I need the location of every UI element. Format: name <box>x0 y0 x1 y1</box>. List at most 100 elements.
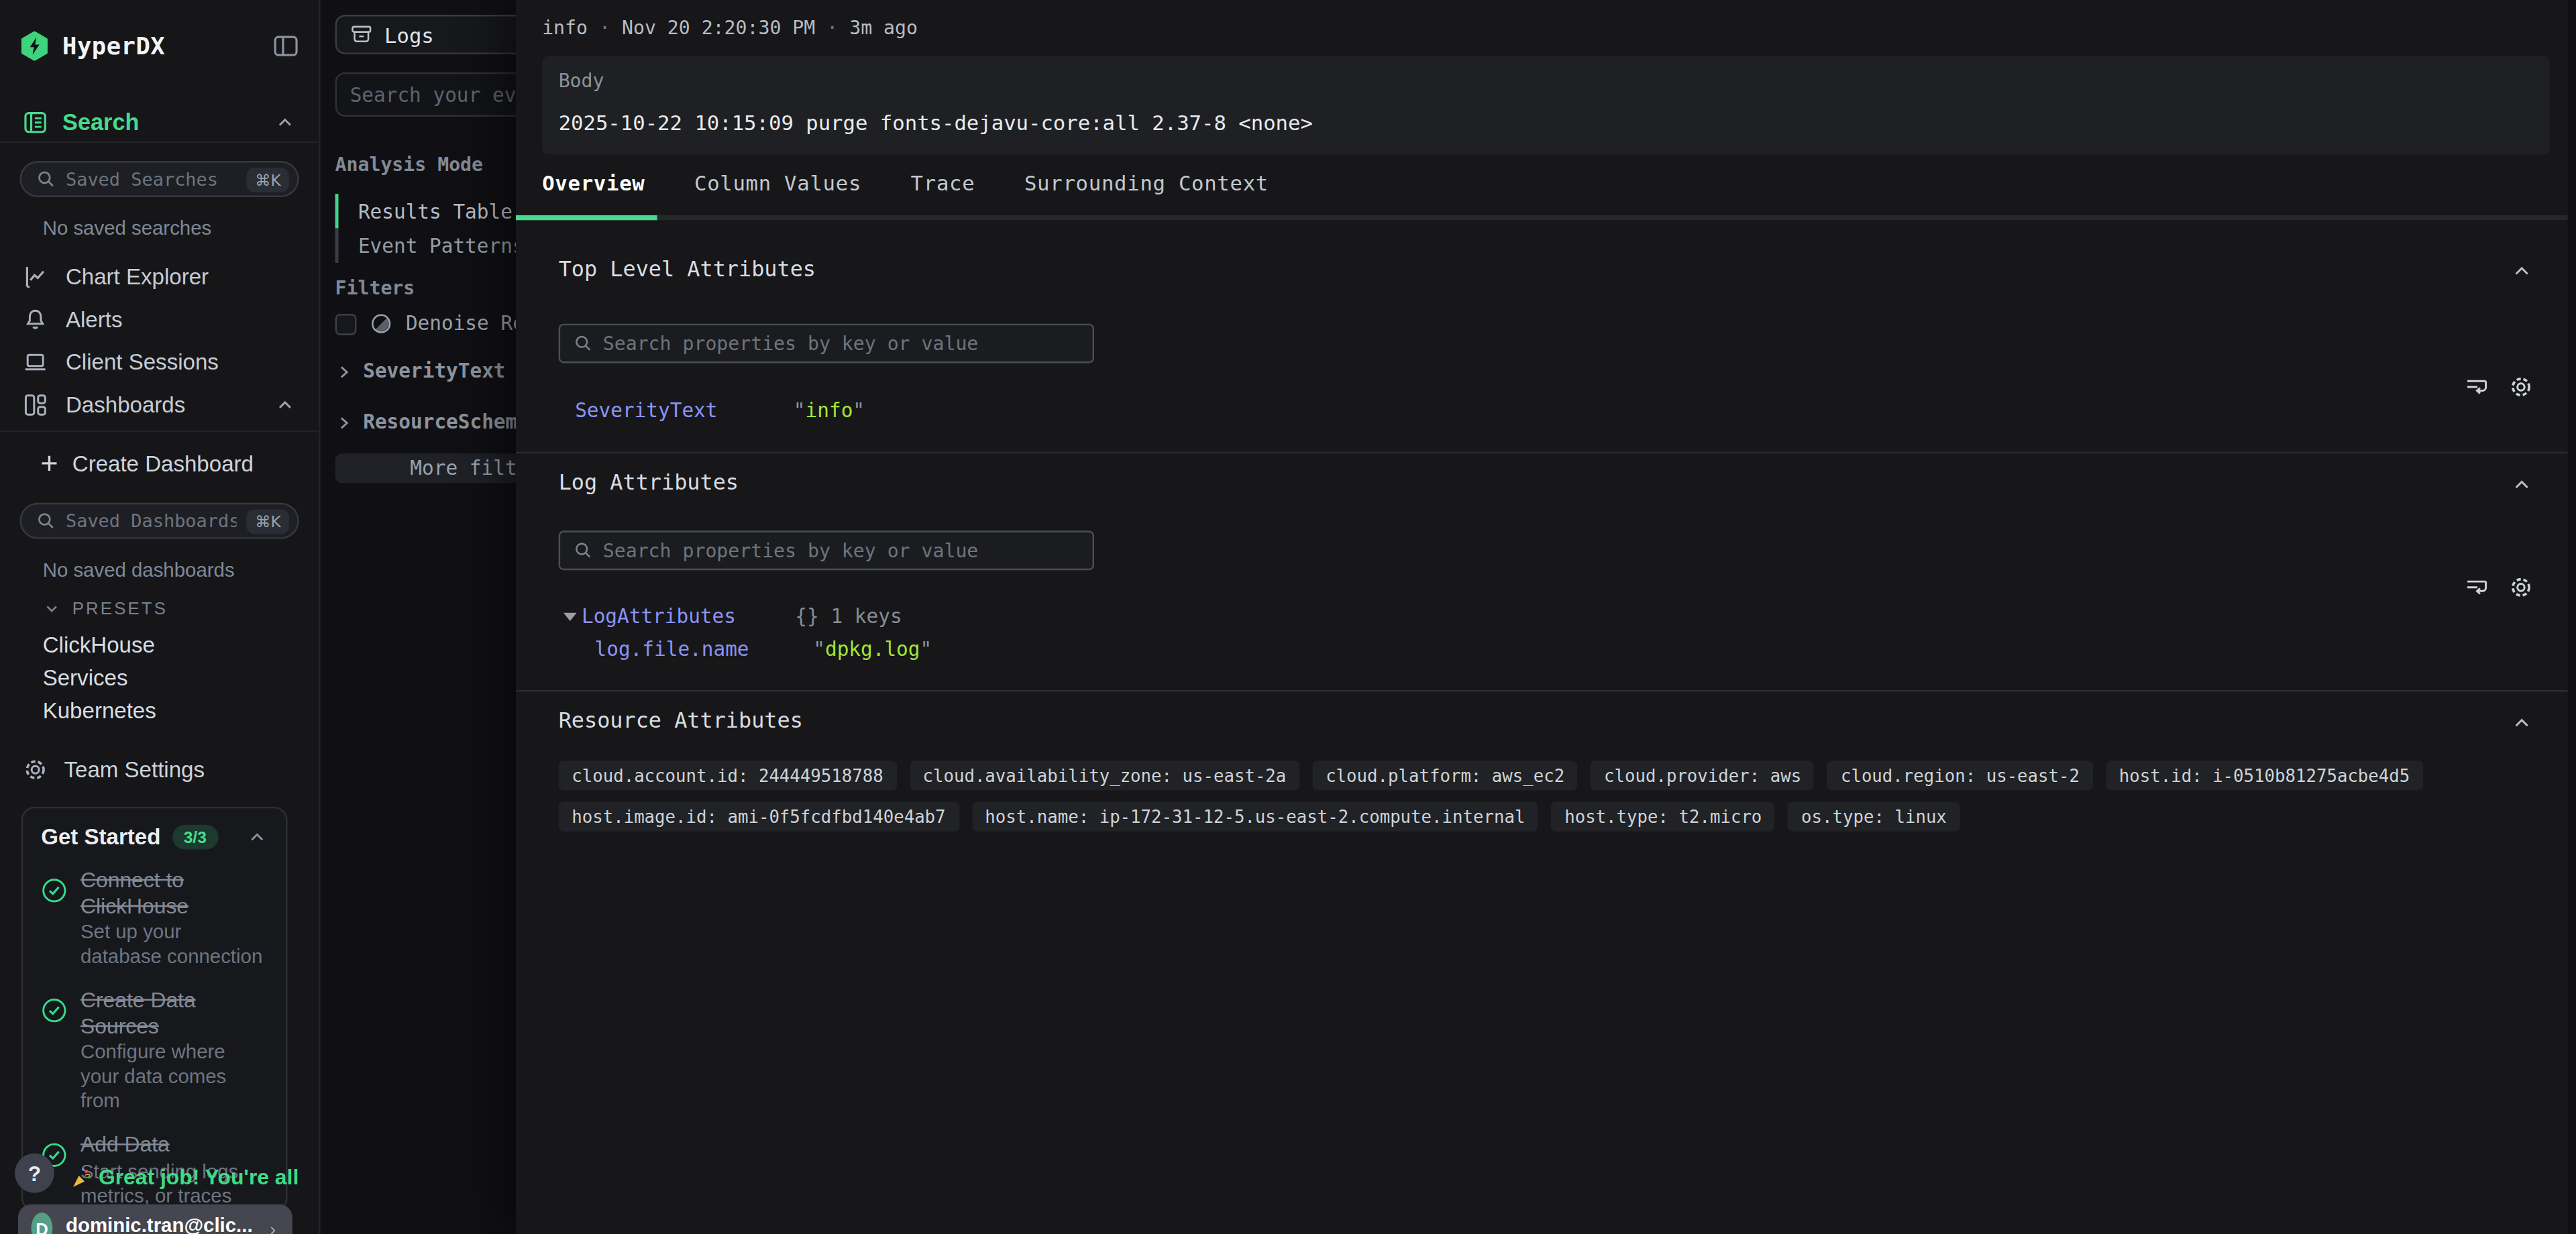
get-started-item-desc: Configure where your data comes from <box>80 1040 268 1114</box>
client-sessions-label: Client Sessions <box>66 349 296 374</box>
user-menu[interactable]: D dominic.tran@clic... dominic.tran@clic… <box>18 1204 292 1234</box>
chart-icon <box>23 264 48 288</box>
search-icon <box>574 333 593 353</box>
detail-tabs: Overview Column Values Trace Surrounding… <box>542 171 2550 215</box>
property-search-field[interactable] <box>603 539 1079 562</box>
section-title: Log Attributes <box>559 470 2534 495</box>
chevron-up-icon[interactable] <box>274 394 296 415</box>
check-circle-icon <box>41 997 67 1023</box>
attribute-tree-root[interactable]: LogAttributes {} 1 keys <box>559 605 2534 628</box>
plus-icon <box>40 453 59 473</box>
gear-icon[interactable] <box>2509 375 2534 400</box>
saved-searches-field[interactable] <box>66 168 237 190</box>
alerts-label: Alerts <box>66 306 296 331</box>
presets-label: PRESETS <box>72 598 168 618</box>
body-card: Body 2025-10-22 10:15:09 purge fonts-dej… <box>542 56 2550 154</box>
property-search-box[interactable] <box>559 324 1094 363</box>
saved-dashboards-field[interactable] <box>66 510 237 532</box>
section-title: Top Level Attributes <box>559 256 2534 281</box>
resource-chip[interactable]: cloud.region: us-east-2 <box>1827 761 2092 790</box>
avatar: D <box>32 1213 53 1234</box>
property-search-field[interactable] <box>603 332 1079 355</box>
chevron-up-icon[interactable] <box>274 111 296 132</box>
presets-toggle[interactable]: PRESETS <box>0 581 319 618</box>
hyperdx-logo-icon <box>19 32 49 61</box>
chart-explorer-label: Chart Explorer <box>66 264 296 288</box>
mode-label: Event Patterns <box>358 234 525 257</box>
preset-kubernetes[interactable]: Kubernetes <box>0 695 319 728</box>
divider <box>0 142 319 143</box>
sidebar-item-alerts[interactable]: Alerts <box>0 297 319 340</box>
sidebar-item-team-settings[interactable]: Team Settings <box>0 748 319 791</box>
section-top-level-attributes: Top Level Attributes <box>516 220 2576 453</box>
event-timestamp: Nov 20 2:20:30 PM <box>622 16 815 39</box>
chevron-up-icon[interactable] <box>246 826 268 848</box>
brand-title: HyperDX <box>62 33 260 59</box>
sidebar-item-client-sessions[interactable]: Client Sessions <box>0 340 319 383</box>
shortcut-badge: ⌘K <box>247 508 289 533</box>
preset-clickhouse[interactable]: ClickHouse <box>0 629 319 662</box>
attribute-row[interactable]: SeverityText "info" <box>559 399 2534 422</box>
wrap-lines-icon[interactable] <box>2464 575 2489 600</box>
gear-icon[interactable] <box>2509 575 2534 600</box>
logo-row: HyperDX <box>0 0 319 66</box>
resource-chip[interactable]: cloud.platform: aws_ec2 <box>1313 761 1578 790</box>
scrollbar-gutter[interactable] <box>2568 0 2576 1234</box>
preset-services[interactable]: Services <box>0 662 319 695</box>
get-started-item[interactable]: Create Data Sources Configure where your… <box>41 987 268 1114</box>
resource-chip[interactable]: host.name: ip-172-31-12-5.us-east-2.comp… <box>972 802 1538 832</box>
no-saved-dashboards-text: No saved dashboards <box>0 539 319 582</box>
gear-icon <box>23 756 48 781</box>
resource-chip[interactable]: host.type: t2.micro <box>1552 802 1775 832</box>
tab-trace[interactable]: Trace <box>911 171 975 215</box>
saved-searches-input[interactable]: ⌘K <box>19 161 299 197</box>
sidebar: HyperDX Search <box>0 0 321 1234</box>
divider <box>0 431 319 432</box>
attribute-meta: {} 1 keys <box>795 605 902 628</box>
denoise-icon <box>370 312 392 335</box>
presets-list: ClickHouse Services Kubernetes <box>0 629 319 728</box>
search-icon <box>36 169 56 188</box>
section-resource-attributes: Resource Attributes cloud.account.id: 24… <box>516 691 2576 860</box>
section-title: Resource Attributes <box>559 708 2534 733</box>
app: HyperDX Search <box>0 0 2576 1234</box>
tab-overview[interactable]: Overview <box>542 171 645 215</box>
resource-chip[interactable]: cloud.provider: aws <box>1591 761 1814 790</box>
active-tab-indicator <box>516 215 657 220</box>
saved-dashboards-input[interactable]: ⌘K <box>19 503 299 539</box>
dashboards-icon <box>23 392 48 416</box>
collapse-section-icon[interactable] <box>2510 260 2533 282</box>
attribute-row[interactable]: log.file.name "dpkg.log" <box>559 638 2534 661</box>
sidebar-search-label: Search <box>62 109 260 135</box>
get-started-card: Get Started 3/3 Connect to ClickHouse Se… <box>21 807 288 1211</box>
check-circle-icon <box>41 877 67 903</box>
no-saved-searches-text: No saved searches <box>0 197 319 240</box>
sidebar-item-dashboards[interactable]: Dashboards <box>0 383 319 426</box>
chevron-right-icon <box>266 1221 279 1234</box>
tab-column-values[interactable]: Column Values <box>694 171 861 215</box>
sidebar-item-chart-explorer[interactable]: Chart Explorer <box>0 255 319 298</box>
body-label: Body <box>559 69 2534 92</box>
resource-chip[interactable]: host.id: i-0510b81275acbe4d5 <box>2106 761 2423 790</box>
chevron-right-icon <box>335 413 354 431</box>
attribute-key: LogAttributes <box>582 605 795 628</box>
get-started-item[interactable]: Connect to ClickHouse Set up your databa… <box>41 868 268 970</box>
resource-attribute-chips: cloud.account.id: 244449518788 cloud.ava… <box>559 761 2534 831</box>
resource-chip[interactable]: cloud.availability_zone: us-east-2a <box>910 761 1299 790</box>
wrap-lines-icon[interactable] <box>2464 375 2489 400</box>
collapse-sidebar-icon[interactable] <box>273 33 299 59</box>
sidebar-item-search[interactable]: Search <box>0 102 319 142</box>
help-button[interactable]: ? <box>15 1154 54 1193</box>
resource-chip[interactable]: host.image.id: ami-0f5fcdfbd140e4ab7 <box>559 802 959 832</box>
collapse-section-icon[interactable] <box>2510 473 2533 496</box>
logs-source-icon <box>350 23 373 46</box>
resource-chip[interactable]: cloud.account.id: 244449518788 <box>559 761 897 790</box>
bell-icon <box>23 306 48 331</box>
denoise-checkbox[interactable] <box>335 313 357 335</box>
tab-surrounding-context[interactable]: Surrounding Context <box>1024 171 1269 215</box>
collapse-section-icon[interactable] <box>2510 712 2533 734</box>
property-search-box[interactable] <box>559 530 1094 570</box>
create-dashboard-button[interactable]: Create Dashboard <box>0 442 319 485</box>
celebration-message: Great job! You're all <box>69 1165 299 1190</box>
resource-chip[interactable]: os.type: linux <box>1788 802 1960 832</box>
